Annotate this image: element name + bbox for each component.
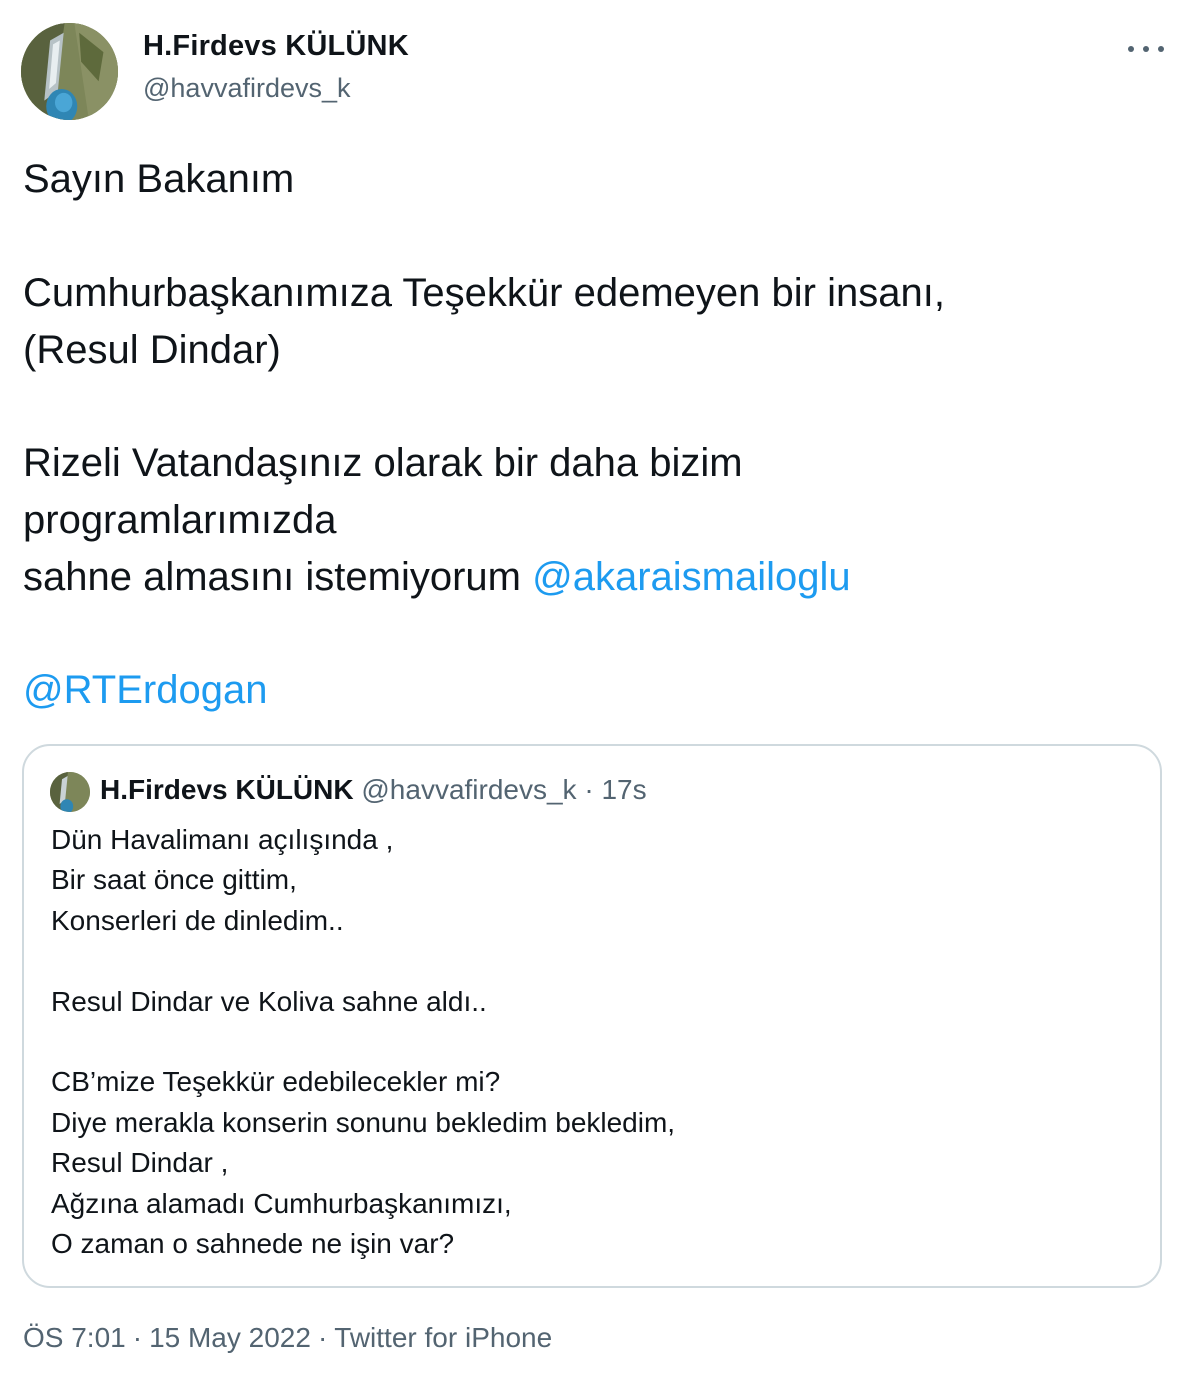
author-handle[interactable]: @havvafirdevs_k xyxy=(143,73,351,104)
quoted-text-line: Resul Dindar , xyxy=(51,1147,229,1178)
quoted-text-line: Dün Havalimanı açılışında , xyxy=(51,824,394,855)
mention-link[interactable]: @akaraismailoglu xyxy=(532,555,851,599)
quoted-text-line: O zaman o sahnede ne işin var? xyxy=(51,1228,455,1259)
avatar-photo-icon xyxy=(50,772,90,812)
quoted-text-line: Ağzına alamadı Cumhurbaşkanımızı, xyxy=(51,1188,512,1219)
tweet-text-line: (Resul Dindar) xyxy=(23,328,281,372)
dot xyxy=(1158,46,1164,52)
avatar-photo-icon xyxy=(21,23,118,120)
mention-link[interactable]: @RTErdogan xyxy=(23,668,267,712)
quoted-tweet-header: H.Firdevs KÜLÜNK @havvafirdevs_k · 17s xyxy=(100,774,647,806)
tweet-text-line: Sayın Bakanım xyxy=(23,157,295,201)
quoted-text-line: Bir saat önce gittim, xyxy=(51,864,297,895)
tweet-date[interactable]: 15 May 2022 xyxy=(149,1322,311,1353)
tweet-text-segment: sahne almasını istemiyorum xyxy=(23,555,521,599)
quoted-text-line: Konserleri de dinledim.. xyxy=(51,905,344,936)
tweet-time[interactable]: ÖS 7:01 xyxy=(23,1322,126,1353)
tweet-text-line: Cumhurbaşkanımıza Teşekkür edemeyen bir … xyxy=(23,271,945,315)
tweet-text-line: @RTErdogan xyxy=(23,662,267,719)
quoted-text-line: Diye merakla konserin sonunu bekledim be… xyxy=(51,1107,676,1138)
quoted-author-name: H.Firdevs KÜLÜNK xyxy=(100,774,354,805)
tweet-text-line: sahne almasını istemiyorum @akaraismailo… xyxy=(23,549,851,606)
dot xyxy=(1143,46,1149,52)
quoted-separator: · xyxy=(584,774,594,805)
quoted-tweet-card[interactable]: H.Firdevs KÜLÜNK @havvafirdevs_k · 17s D… xyxy=(22,744,1162,1288)
tweet-metadata: ÖS 7:01 · 15 May 2022 · Twitter for iPhone xyxy=(23,1322,552,1354)
author-name[interactable]: H.Firdevs KÜLÜNK xyxy=(143,30,409,63)
tweet-text-line: programlarımızda xyxy=(23,498,337,542)
quoted-timestamp: 17s xyxy=(601,774,647,805)
avatar[interactable] xyxy=(21,23,118,120)
dot xyxy=(1128,46,1134,52)
quoted-text-line: Resul Dindar ve Koliva sahne aldı.. xyxy=(51,986,487,1017)
separator: · xyxy=(132,1322,143,1353)
more-horizontal-icon[interactable] xyxy=(1126,36,1166,62)
quoted-author-handle: @havvafirdevs_k xyxy=(361,774,577,805)
quoted-avatar xyxy=(50,772,90,812)
tweet-source[interactable]: Twitter for iPhone xyxy=(334,1322,552,1353)
separator: · xyxy=(317,1322,328,1353)
tweet-text-line: Rizeli Vatandaşınız olarak bir daha bizi… xyxy=(23,441,743,485)
quoted-text-line: CB’mize Teşekkür edebilecekler mi? xyxy=(51,1066,501,1097)
